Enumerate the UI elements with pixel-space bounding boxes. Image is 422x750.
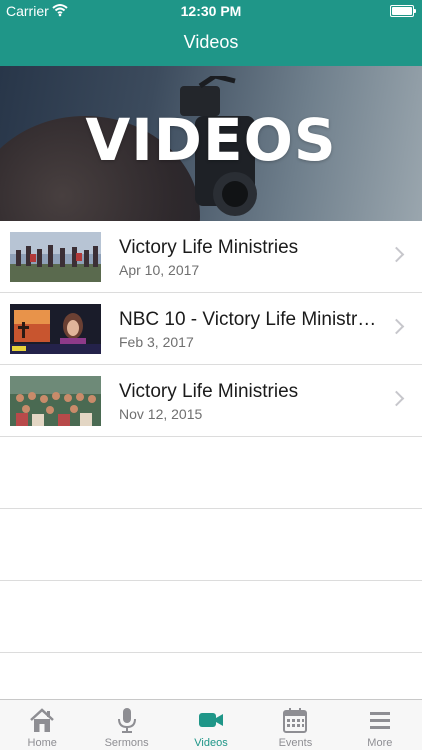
tab-sermons[interactable]: Sermons bbox=[84, 700, 168, 750]
app-header: Carrier 12:30 PM Videos bbox=[0, 0, 422, 66]
chevron-right-icon bbox=[388, 390, 405, 407]
tab-bar: Home Sermons Videos Events More bbox=[0, 699, 422, 750]
empty-list-row bbox=[0, 509, 422, 581]
video-thumbnail bbox=[10, 376, 101, 426]
video-date: Nov 12, 2015 bbox=[119, 406, 203, 422]
video-row[interactable]: Victory Life Ministries Nov 12, 2015 bbox=[0, 365, 422, 437]
tab-more[interactable]: More bbox=[338, 700, 422, 750]
tab-home[interactable]: Home bbox=[0, 700, 84, 750]
video-row[interactable]: NBC 10 - Victory Life Ministries Feb 3, … bbox=[0, 293, 422, 365]
empty-list-row bbox=[0, 581, 422, 653]
video-thumbnail bbox=[10, 304, 101, 354]
tab-label: Sermons bbox=[104, 737, 149, 749]
chevron-right-icon bbox=[388, 246, 405, 263]
calendar-icon bbox=[283, 708, 308, 733]
video-row[interactable]: Victory Life Ministries Apr 10, 2017 bbox=[0, 221, 422, 293]
tab-label: More bbox=[367, 737, 393, 749]
tab-label: Videos bbox=[194, 737, 228, 749]
tab-label: Events bbox=[278, 737, 313, 749]
battery-icon bbox=[390, 5, 416, 17]
hero-title: VIDEOS bbox=[85, 106, 337, 174]
page-title: Videos bbox=[183, 32, 239, 52]
status-time: 12:30 PM bbox=[180, 3, 242, 19]
status-bar: Carrier 12:30 PM bbox=[0, 0, 422, 22]
video-title: Victory Life Ministries bbox=[119, 381, 299, 402]
home-icon bbox=[30, 708, 55, 732]
tab-videos[interactable]: Videos bbox=[169, 700, 253, 750]
tab-label: Home bbox=[27, 737, 57, 749]
video-list: Victory Life Ministries Apr 10, 2017 NBC… bbox=[0, 221, 422, 725]
video-date: Feb 3, 2017 bbox=[119, 334, 194, 350]
microphone-icon bbox=[117, 708, 136, 733]
menu-icon bbox=[369, 712, 390, 729]
video-date: Apr 10, 2017 bbox=[119, 262, 200, 278]
empty-list-row bbox=[0, 437, 422, 509]
hero-banner: VIDEOS bbox=[0, 66, 422, 221]
video-thumbnail bbox=[10, 232, 101, 282]
video-title: Victory Life Ministries bbox=[119, 237, 299, 258]
tab-events[interactable]: Events bbox=[253, 700, 337, 750]
chevron-right-icon bbox=[388, 318, 405, 335]
video-camera-icon bbox=[199, 713, 224, 727]
video-title: NBC 10 - Victory Life Ministries bbox=[119, 309, 378, 330]
